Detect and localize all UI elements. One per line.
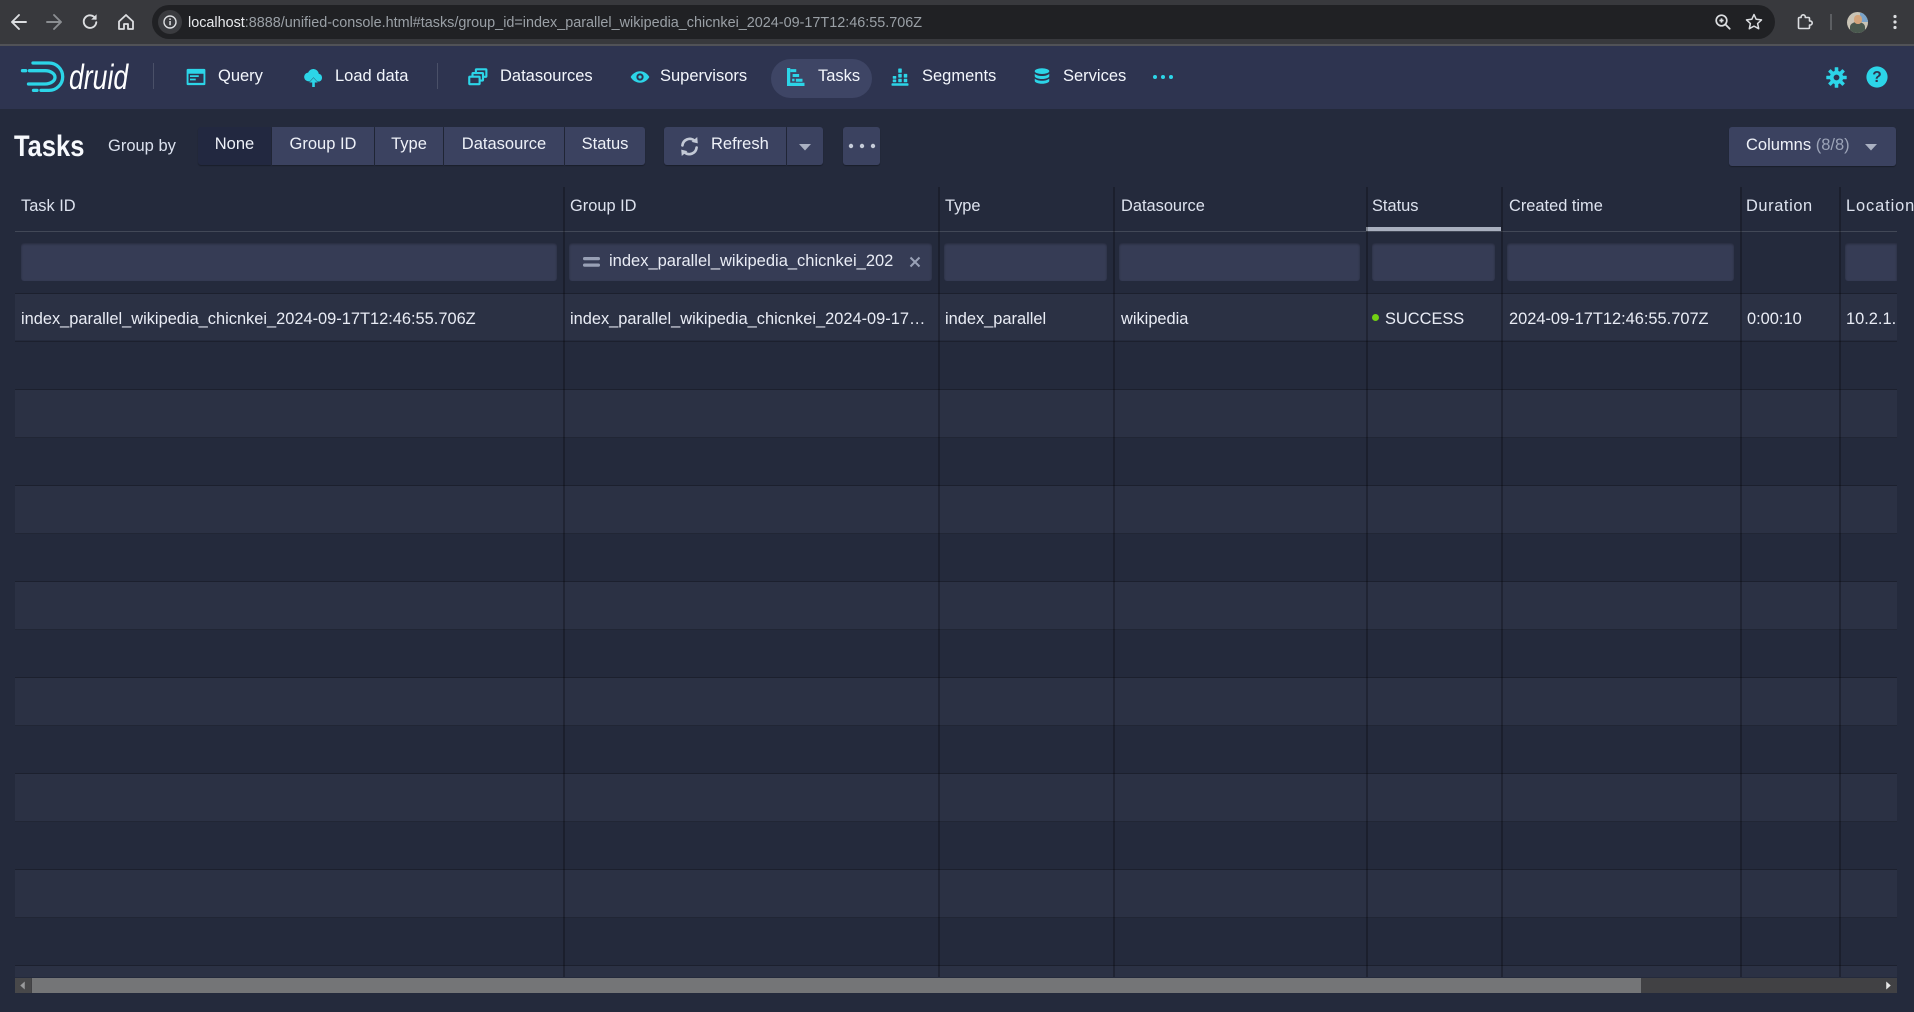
svg-text:?: ?: [1872, 69, 1881, 86]
